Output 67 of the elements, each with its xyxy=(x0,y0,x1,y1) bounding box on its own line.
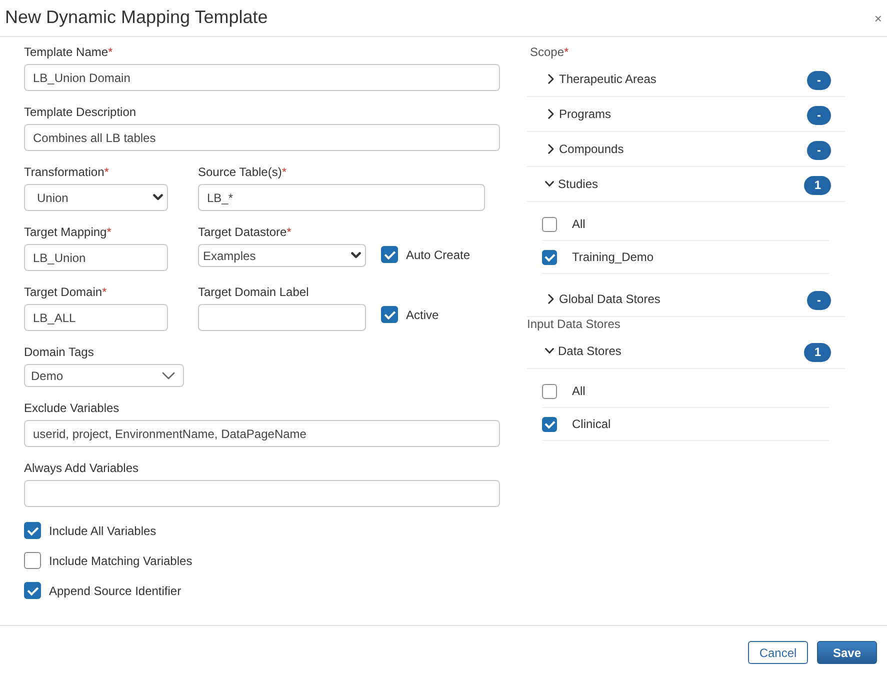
accordion-title[interactable]: Global Data Stores xyxy=(559,292,660,306)
target-mapping-field[interactable]: LB_Union xyxy=(24,244,168,271)
transformation-dropdown[interactable]: Union xyxy=(24,184,168,211)
checkbox[interactable] xyxy=(542,384,557,398)
checkbox[interactable] xyxy=(381,306,398,323)
field-label: Template Description xyxy=(24,105,138,119)
field-label: Target Datastore* xyxy=(198,225,292,239)
accordion-title[interactable]: Studies xyxy=(558,177,598,191)
chevron-down-icon xyxy=(351,252,361,259)
count-badge: - xyxy=(807,290,831,310)
checkbox-label: Clinical xyxy=(572,417,611,431)
accordion-title[interactable]: Programs xyxy=(559,107,612,121)
target-domain-label-field[interactable] xyxy=(198,304,366,331)
field-label: Transformation* xyxy=(24,165,110,179)
close-button[interactable]: × xyxy=(874,14,882,24)
chevron-right-icon[interactable] xyxy=(548,144,554,154)
checkbox-label: Append Source Identifier xyxy=(49,584,182,598)
always-add-variables-field[interactable] xyxy=(24,480,500,507)
count-badge: - xyxy=(807,106,831,124)
accordion-title[interactable]: Therapeutic Areas xyxy=(559,72,656,86)
checkbox-label: Include Matching Variables xyxy=(49,554,192,568)
target-datastore-dropdown[interactable]: Examples xyxy=(198,244,366,267)
field-label: Exclude Variables xyxy=(24,401,120,415)
exclude-variables-field[interactable]: userid, project, EnvironmentName, DataPageName xyxy=(24,420,500,447)
count-badge: 1 xyxy=(804,342,831,362)
field-label: Target Mapping* xyxy=(24,225,112,239)
checkbox-label: Auto Create xyxy=(406,248,470,262)
checkbox-label: Active xyxy=(406,308,439,322)
cancel-button[interactable]: Cancel xyxy=(748,641,808,664)
field-label: Always Add Variables xyxy=(24,461,140,475)
checkbox[interactable] xyxy=(542,416,557,432)
checkbox[interactable] xyxy=(24,552,41,569)
count-badge: - xyxy=(807,70,831,90)
accordion-title[interactable]: Data Stores xyxy=(558,344,622,358)
field-label: Target Domain Label xyxy=(198,285,310,299)
checkbox[interactable] xyxy=(24,582,41,599)
field-label: Domain Tags xyxy=(24,345,95,359)
checkbox[interactable] xyxy=(542,216,557,232)
checkbox-label: Training_Demo xyxy=(572,250,654,264)
field-label: Template Name* xyxy=(24,45,114,59)
chevron-down-icon[interactable] xyxy=(545,348,554,354)
chevron-right-icon[interactable] xyxy=(548,74,554,84)
template-name-field[interactable]: LB_Union Domain xyxy=(24,64,500,91)
section-label: Scope* xyxy=(530,45,569,59)
chevron-down-icon[interactable] xyxy=(545,181,554,187)
checkbox[interactable] xyxy=(381,246,398,263)
checkbox[interactable] xyxy=(24,522,41,539)
checkbox-label: All xyxy=(572,217,586,231)
template-description-field[interactable]: Combines all LB tables xyxy=(24,124,500,151)
chevron-down-icon xyxy=(153,194,163,201)
accordion-title[interactable]: Compounds xyxy=(559,142,624,156)
checkbox[interactable] xyxy=(542,250,557,264)
chevron-down-icon xyxy=(162,372,175,380)
source-tables-field[interactable]: LB_* xyxy=(198,184,485,211)
count-badge: 1 xyxy=(804,176,831,194)
dialog-title: New Dynamic Mapping Template xyxy=(5,6,268,28)
checkbox-label: Include All Variables xyxy=(49,524,156,538)
chevron-right-icon[interactable] xyxy=(548,109,554,119)
count-badge: - xyxy=(807,140,831,160)
target-domain-field[interactable]: LB_ALL xyxy=(24,304,168,331)
section-label: Input Data Stores xyxy=(527,317,620,331)
save-button[interactable]: Save xyxy=(817,641,877,664)
field-label: Target Domain* xyxy=(24,285,108,299)
chevron-right-icon[interactable] xyxy=(548,294,554,304)
domain-tags-dropdown[interactable]: Demo xyxy=(24,364,184,387)
field-label: Source Table(s)* xyxy=(198,165,288,179)
checkbox-label: All xyxy=(572,384,586,398)
